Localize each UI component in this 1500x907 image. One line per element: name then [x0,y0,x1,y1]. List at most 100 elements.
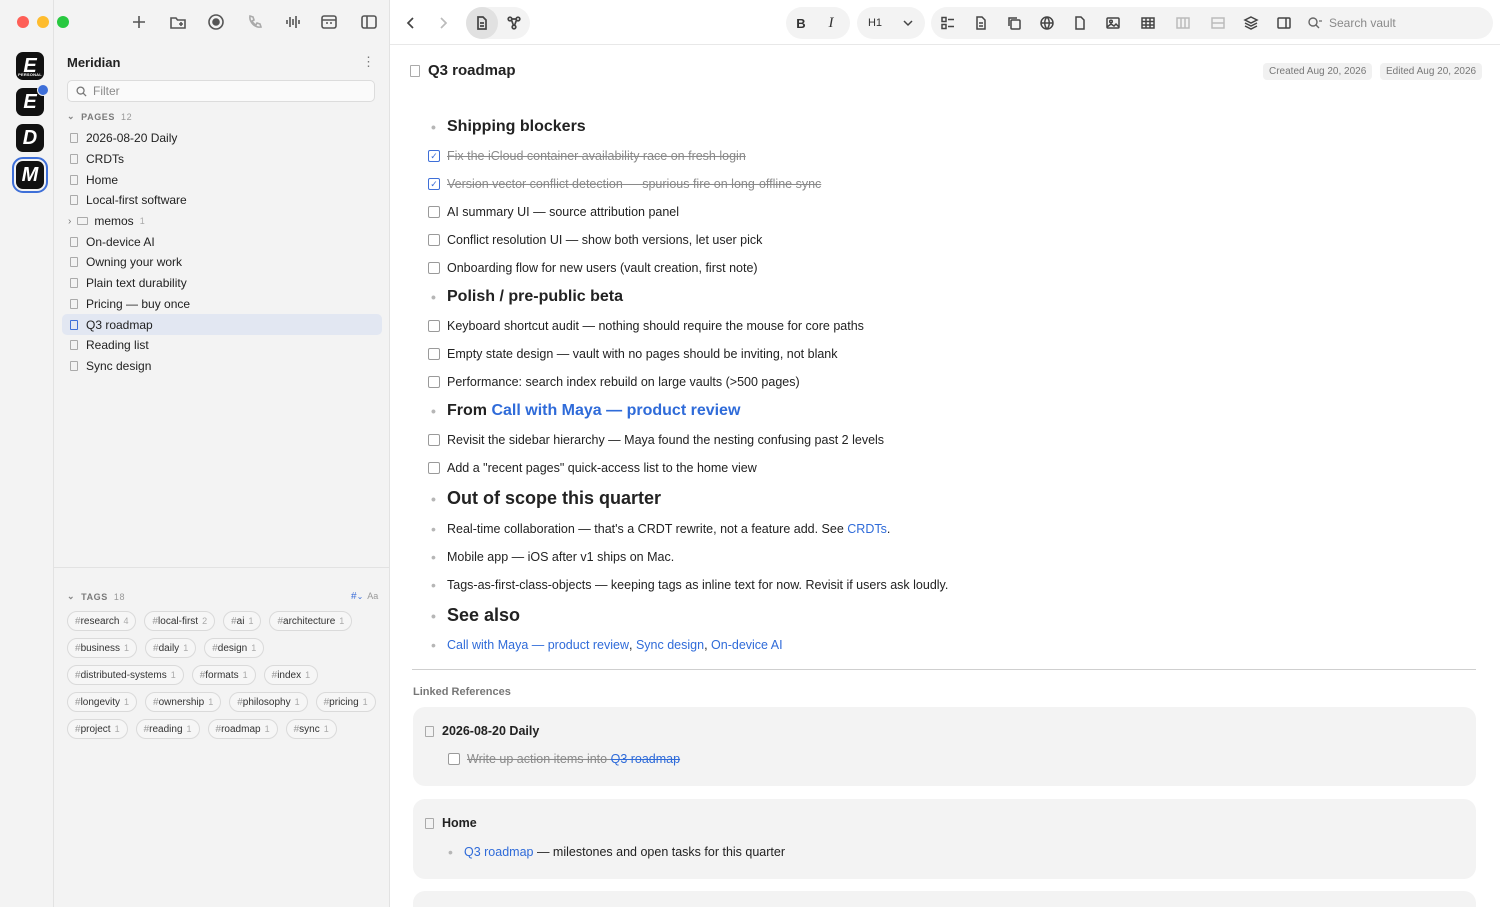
search-vault-input[interactable] [1329,16,1469,30]
page-item[interactable]: Sync design [62,356,382,377]
page-link[interactable]: Call with Maya — product review [491,402,740,420]
tag-chip[interactable]: # research 4 [67,611,137,631]
zoom-window-button[interactable] [57,16,69,28]
page-link[interactable]: Sync design [636,638,704,652]
task-item[interactable]: Empty state design — vault with no pages… [428,340,1478,368]
linked-reference-card[interactable]: 2026-08-20 Daily Write up action items i… [413,707,1476,786]
task-item[interactable]: ✓ Fix the iCloud container availability r… [428,142,1478,170]
page-link[interactable]: CRDTs [847,522,887,536]
back-button[interactable] [395,7,427,39]
page-item[interactable]: Local-first software [62,190,382,211]
linked-reference-card[interactable] [413,891,1476,907]
page-link[interactable]: Call with Maya — product review [447,638,629,652]
page-link[interactable]: Q3 roadmap [464,845,533,859]
page-title[interactable]: Q3 roadmap [428,62,516,79]
checkbox[interactable] [428,234,440,246]
page-item[interactable]: Reading list [62,335,382,356]
tag-sort-controls[interactable]: #⌄ Aa [351,591,378,602]
duplicate-icon[interactable] [999,7,1029,39]
task-item[interactable]: Conflict resolution UI — show both versi… [428,226,1478,254]
task-item[interactable]: Keyboard shortcut audit — nothing should… [428,312,1478,340]
tag-chip[interactable]: # business 1 [67,638,138,658]
vault-switcher-e-shared[interactable]: E [16,84,49,116]
audio-waveform-icon[interactable] [282,11,304,33]
tag-chip[interactable]: # daily 1 [145,638,197,658]
checkbox[interactable] [428,262,440,274]
page-link-icon[interactable] [966,7,996,39]
task-item[interactable]: Performance: search index rebuild on lar… [428,368,1478,396]
task-item[interactable]: ✓ Version vector conflict detection — spu… [428,170,1478,198]
record-icon[interactable] [205,11,227,33]
heading[interactable]: • Polish / pre-public beta [428,282,1478,312]
tag-chip[interactable]: # ai 1 [223,611,262,631]
tag-chip[interactable]: # philosophy 1 [229,692,308,712]
inspector-panel-icon[interactable] [1269,7,1299,39]
checklist-icon[interactable] [933,7,963,39]
checkbox[interactable] [428,376,440,388]
globe-icon[interactable] [1032,7,1062,39]
task-item[interactable]: Add a "recent pages" quick-access list t… [428,454,1478,482]
search-vault-field[interactable] [1307,7,1477,39]
list-item[interactable]: • Call with Maya — product review, Sync d… [428,632,1478,658]
list-item[interactable]: • Mobile app — iOS after v1 ships on Mac. [428,543,1478,571]
checkbox-checked[interactable]: ✓ [428,150,440,162]
tag-chip[interactable]: # longevity 1 [67,692,138,712]
minimize-window-button[interactable] [37,16,49,28]
page-item[interactable]: Owning your work [62,252,382,273]
tag-chip[interactable]: # pricing 1 [315,692,376,712]
filter-field[interactable] [67,80,375,102]
page-item[interactable]: Home [62,169,382,190]
tag-chip[interactable]: # architecture 1 [269,611,353,631]
layers-icon[interactable] [1236,7,1266,39]
checkbox[interactable] [428,206,440,218]
column-layout-icon[interactable] [1168,7,1198,39]
toggle-sidebar-icon[interactable] [358,11,380,33]
filter-input[interactable] [93,84,353,98]
checkbox[interactable] [428,434,440,446]
page-item[interactable]: 2026-08-20 Daily [62,128,382,149]
phone-call-icon[interactable] [244,11,266,33]
task-item[interactable]: Revisit the sidebar hierarchy — Maya fou… [428,426,1478,454]
page-link[interactable]: Q3 roadmap [611,752,680,766]
linked-reference-card[interactable]: Home • Q3 roadmap — milestones and open … [413,799,1476,879]
tag-chip[interactable]: # index 1 [263,665,319,685]
page-item[interactable]: Pricing — buy once [62,294,382,315]
graph-view-button[interactable] [498,7,530,39]
task-item[interactable]: Onboarding flow for new users (vault cre… [428,254,1478,282]
page-item[interactable]: Plain text durability [62,273,382,294]
heading[interactable]: • Out of scope this quarter [428,482,1478,515]
tag-chip[interactable]: # reading 1 [135,719,200,739]
tag-chip[interactable]: # ownership 1 [145,692,222,712]
heading[interactable]: • See also [428,599,1478,632]
new-folder-icon[interactable] [167,11,189,33]
task-item[interactable]: AI summary UI — source attribution panel [428,198,1478,226]
folder-item-memos[interactable]: › memos 1 [62,211,382,232]
reference-item[interactable]: • Q3 roadmap — milestones and open tasks… [445,844,785,860]
tag-chip[interactable]: # formats 1 [191,665,256,685]
page-item-selected[interactable]: Q3 roadmap [62,314,382,335]
tags-section-header[interactable]: ⌄ TAGS 18 [67,591,125,602]
new-page-icon[interactable] [128,11,150,33]
vault-switcher-e-personal[interactable]: E PERSONAL [16,52,44,80]
italic-button[interactable]: I [816,7,846,39]
bold-button[interactable]: B [786,7,816,39]
list-item[interactable]: • Tags-as-first-class-objects — keeping t… [428,571,1478,599]
close-window-button[interactable] [17,16,29,28]
tag-chip[interactable]: # design 1 [204,638,265,658]
checkbox[interactable] [448,753,460,765]
tag-chip[interactable]: # roadmap 1 [207,719,278,739]
vault-switcher-d[interactable]: D [16,124,44,152]
tag-chip[interactable]: # project 1 [67,719,128,739]
page-item[interactable]: CRDTs [62,149,382,170]
heading[interactable]: • Shipping blockers [428,112,1478,142]
page-item[interactable]: On-device AI [62,231,382,252]
checkbox-checked[interactable]: ✓ [428,178,440,190]
forward-button[interactable] [427,7,459,39]
pages-section-header[interactable]: ⌄ PAGES 12 [67,111,132,122]
editor-content[interactable]: • Shipping blockers ✓ Fix the iCloud conta… [428,112,1478,658]
tag-chip[interactable]: # sync 1 [285,719,337,739]
file-icon[interactable] [1065,7,1095,39]
heading[interactable]: • From Call with Maya — product review [428,396,1478,426]
reference-source[interactable]: Home [425,816,477,830]
image-icon[interactable] [1098,7,1128,39]
